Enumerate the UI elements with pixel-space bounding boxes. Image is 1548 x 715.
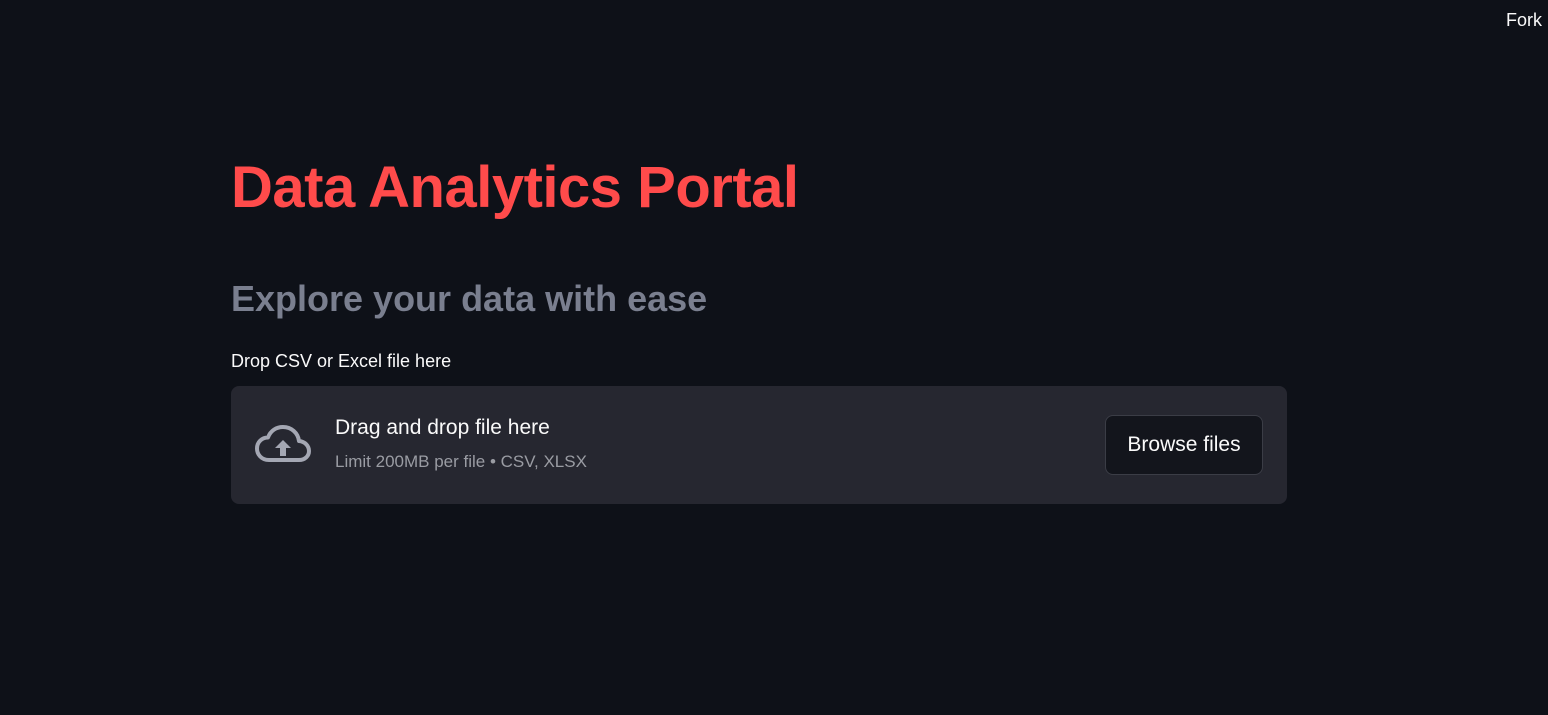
main-content: Data Analytics Portal Explore your data … [231,150,1287,504]
file-dropzone[interactable]: Drag and drop file here Limit 200MB per … [231,386,1287,504]
fork-link[interactable]: Fork [1506,9,1542,31]
page-title: Data Analytics Portal [231,155,799,220]
file-limit-text: Limit 200MB per file • CSV, XLSX [335,452,587,471]
browse-files-button[interactable]: Browse files [1105,415,1263,475]
file-uploader-label: Drop CSV or Excel file here [231,351,452,371]
drag-drop-text: Drag and drop file here [335,416,550,439]
cloud-upload-icon [255,425,311,462]
dropzone-instructions: Drag and drop file here Limit 200MB per … [335,414,587,473]
page-subtitle: Explore your data with ease [231,278,708,319]
app-page: Fork Data Analytics Portal Explore your … [0,0,1548,715]
